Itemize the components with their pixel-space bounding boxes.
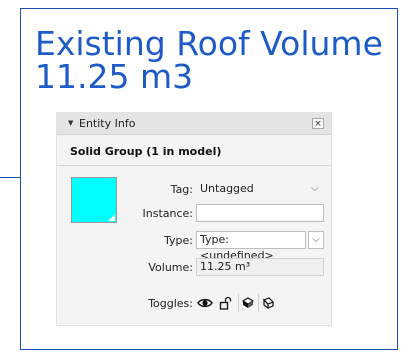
material-swatch[interactable] — [71, 177, 117, 223]
panel-titlebar[interactable]: ▼ Entity Info × — [57, 113, 331, 135]
instance-input[interactable] — [196, 204, 324, 222]
entity-name: Solid Group (1 in model) — [70, 145, 222, 158]
tag-chevron-down-icon[interactable]: ⌵ — [311, 183, 319, 194]
visible-toggle[interactable] — [196, 294, 214, 312]
volume-label: Volume: — [148, 261, 193, 274]
entity-info-panel: ▼ Entity Info × Solid Group (1 in model)… — [56, 112, 332, 326]
callout-title-line2: 11.25 m3 — [35, 57, 194, 96]
callout-title: Existing Roof Volume 11.25 m3 — [35, 27, 383, 93]
tag-value: Untagged — [200, 182, 254, 195]
tag-label: Tag: — [170, 183, 193, 196]
type-chevron-down-icon: ⌵ — [312, 234, 320, 245]
receive-shadows-icon — [262, 297, 274, 310]
toggles-label: Toggles: — [148, 297, 193, 310]
instance-label: Instance: — [142, 207, 194, 220]
type-label: Type: — [164, 234, 193, 247]
lock-icon — [219, 296, 232, 310]
cast-shadows-icon — [241, 297, 254, 308]
receive-shadows-toggle[interactable] — [258, 294, 276, 312]
type-dropdown-button[interactable]: ⌵ — [308, 231, 324, 249]
cast-shadows-toggle[interactable] — [238, 294, 256, 312]
divider — [57, 165, 331, 166]
volume-value: 11.25 m³ — [200, 260, 251, 273]
close-icon[interactable]: × — [312, 118, 324, 129]
type-dropdown[interactable]: Type: <undefined> — [196, 231, 306, 262]
annotation-stage: Existing Roof Volume 11.25 m3 ▼ Entity In… — [0, 0, 414, 360]
panel-title: Entity Info — [79, 117, 136, 130]
eye-icon — [197, 298, 213, 308]
volume-field: 11.25 m³ — [196, 258, 324, 276]
lock-toggle[interactable] — [217, 294, 235, 312]
tag-dropdown[interactable]: Untagged — [196, 180, 324, 198]
swatch-corner-icon — [108, 214, 115, 221]
collapse-arrow-icon[interactable]: ▼ — [68, 119, 73, 127]
